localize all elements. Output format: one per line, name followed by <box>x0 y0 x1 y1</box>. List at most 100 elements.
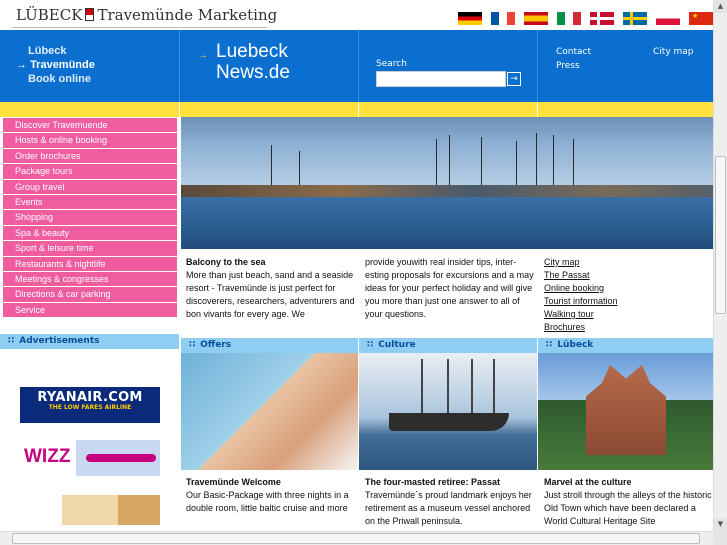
airplane-icon <box>86 454 156 462</box>
city-map-link[interactable]: City map <box>653 46 694 59</box>
nav-item-travemunde[interactable]: Travemünde <box>16 58 95 72</box>
offers-teaser: Travemünde Welcome Our Basic-Package wit… <box>186 476 354 515</box>
sidebar-item-events[interactable]: Events <box>3 194 177 211</box>
main-nav: Lübeck Travemünde Book online <box>16 44 95 86</box>
flag-spanish-icon[interactable] <box>524 12 548 25</box>
culture-photo[interactable] <box>359 353 537 470</box>
logo-underline <box>12 27 267 28</box>
flag-german-icon[interactable] <box>458 12 482 25</box>
intro-title: Balcony to the sea <box>186 257 266 267</box>
scrollbar-corner <box>713 531 727 545</box>
language-flags <box>458 12 713 25</box>
section-heading-offers[interactable]: ∷ Offers <box>181 338 358 353</box>
scroll-down-icon[interactable]: ▼ <box>714 518 727 531</box>
section-heading-culture-text: Culture <box>378 340 416 350</box>
horizontal-scrollbar[interactable] <box>0 531 713 545</box>
ryanair-ad[interactable]: RYANAIR.COM THE LOW FARES AIRLINE <box>20 387 160 423</box>
wizz-ad[interactable]: WIZZ <box>20 440 160 476</box>
yellow-band <box>0 102 713 117</box>
sidebar-item-sport-leisure[interactable]: Sport & leisure time <box>3 241 177 257</box>
wizz-logo-text: WIZZ <box>24 446 71 467</box>
flag-polish-icon[interactable] <box>656 12 680 25</box>
arrow-right-icon: → <box>198 50 208 61</box>
vertical-scroll-thumb[interactable] <box>715 156 726 314</box>
press-link[interactable]: Press <box>556 60 580 73</box>
logo-right-text: Travemünde Marketing <box>97 6 278 24</box>
sidebar-item-shopping[interactable]: Shopping <box>3 210 177 226</box>
flag-chinese-icon[interactable] <box>689 12 713 25</box>
bullet-grid-icon: ∷ <box>546 340 553 350</box>
nav-item-book-online[interactable]: Book online <box>16 72 95 86</box>
culture-text: Travemünde´s proud landmark enjoys her r… <box>365 490 532 526</box>
section-heading-lubeck[interactable]: ∷ Lübeck <box>538 338 713 353</box>
flag-danish-icon[interactable] <box>590 12 614 25</box>
vertical-scrollbar[interactable]: ▲ ▼ <box>713 0 727 531</box>
horizontal-scroll-thumb[interactable] <box>12 533 700 544</box>
advertisements-title: Advertisements <box>19 336 100 346</box>
third-ad-banner[interactable] <box>20 495 160 525</box>
ship-mast <box>449 135 450 185</box>
logo-left-text: LÜBECK <box>16 6 83 24</box>
flag-italian-icon[interactable] <box>557 12 581 25</box>
bullet-grid-icon: ∷ <box>8 336 15 346</box>
hero-sky <box>181 117 713 189</box>
section-heading-culture[interactable]: ∷ Culture <box>359 338 537 353</box>
sidebar-item-meetings[interactable]: Meetings & congresses <box>3 271 177 288</box>
lubeck-title[interactable]: Marvel at the culture <box>544 477 632 487</box>
nav-item-lubeck[interactable]: Lübeck <box>16 44 95 58</box>
link-city-map[interactable]: City map <box>544 256 709 269</box>
culture-teaser: The four-masted retiree: Passat Travemün… <box>365 476 533 528</box>
intro-text-1: More than just beach, sand and a seaside… <box>186 270 355 319</box>
band-divider <box>358 102 359 117</box>
ryanair-tagline: THE LOW FARES AIRLINE <box>48 404 132 411</box>
bullet-grid-icon: ∷ <box>367 340 374 350</box>
news-line-2: News.de <box>216 62 290 83</box>
offers-photo[interactable] <box>181 353 358 470</box>
link-brochures[interactable]: Brochures <box>544 321 709 334</box>
ship-mast <box>471 359 473 417</box>
sidebar-item-hosts-booking[interactable]: Hosts & online booking <box>3 133 177 149</box>
link-online-booking[interactable]: Online booking <box>544 282 709 295</box>
culture-title[interactable]: The four-masted retiree: Passat <box>365 477 500 487</box>
news-line-1: Luebeck <box>216 41 288 62</box>
sidebar-item-group-travel[interactable]: Group travel <box>3 179 177 195</box>
hero-water <box>181 197 713 249</box>
scroll-up-icon[interactable]: ▲ <box>714 0 727 13</box>
sidebar-item-order-brochures[interactable]: Order brochures <box>3 148 177 165</box>
header-divider <box>179 30 180 102</box>
search-input[interactable] <box>376 71 506 87</box>
sidebar-item-restaurants[interactable]: Restaurants & nightlife <box>3 256 177 272</box>
ship-mast <box>447 359 449 417</box>
site-logo[interactable]: LÜBECK Travemünde Marketing <box>16 6 277 24</box>
link-tourist-information[interactable]: Tourist information <box>544 295 709 308</box>
flag-french-icon[interactable] <box>491 12 515 25</box>
section-heading-offers-text: Offers <box>200 340 232 350</box>
header-divider <box>358 30 359 102</box>
quick-links: City map The Passat Online booking Touri… <box>544 256 709 334</box>
intro-column-1: Balcony to the sea More than just beach,… <box>186 256 356 321</box>
ship-mast <box>553 135 554 185</box>
search-submit-button[interactable]: → <box>507 72 521 86</box>
sidebar-item-spa-beauty[interactable]: Spa & beauty <box>3 225 177 242</box>
hero-harbour-image <box>181 117 713 249</box>
flag-swedish-icon[interactable] <box>623 12 647 25</box>
band-divider <box>537 102 538 117</box>
lubeck-photo[interactable] <box>538 353 713 470</box>
ship-mast <box>573 139 574 185</box>
sidebar-item-service[interactable]: Service <box>3 302 177 319</box>
link-the-passat[interactable]: The Passat <box>544 269 709 282</box>
blue-header: Lübeck Travemünde Book online → Luebeck … <box>0 30 713 102</box>
header-divider <box>537 30 538 102</box>
luebeck-news-link[interactable]: → Luebeck News.de <box>198 41 290 83</box>
sidebar-item-package-tours[interactable]: Package tours <box>3 164 177 180</box>
logo-mark-icon <box>85 8 95 21</box>
sidebar-item-directions[interactable]: Directions & car parking <box>3 287 177 303</box>
ship-mast <box>481 137 482 185</box>
contact-link[interactable]: Contact <box>556 46 591 59</box>
link-walking-tour[interactable]: Walking tour <box>544 308 709 321</box>
ship-mast <box>516 141 517 185</box>
ryanair-logo-text: RYANAIR.COM <box>37 390 143 405</box>
sidebar-item-discover[interactable]: Discover Travemuende <box>3 118 177 134</box>
section-heading-lubeck-text: Lübeck <box>557 340 594 350</box>
offers-title[interactable]: Travemünde Welcome <box>186 477 281 487</box>
